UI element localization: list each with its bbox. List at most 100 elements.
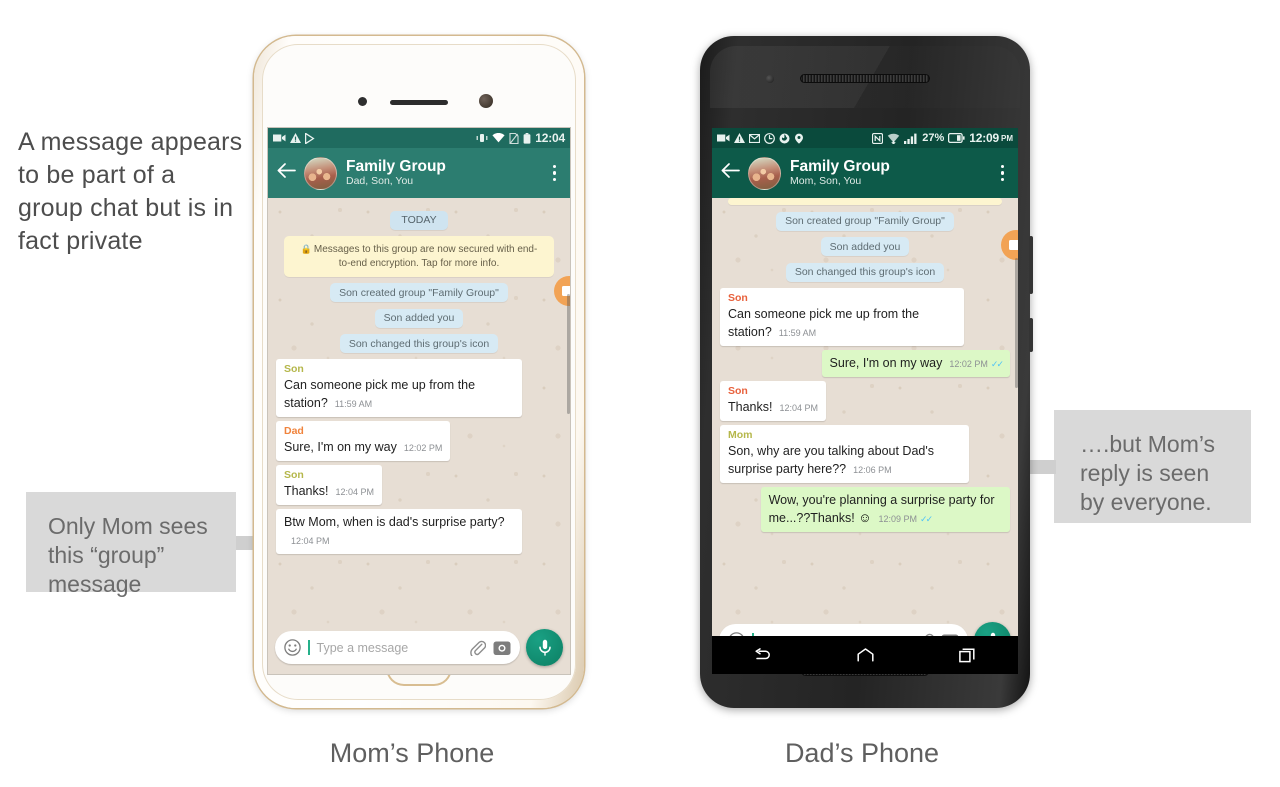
text-caret <box>308 640 310 655</box>
blushing-emoji-icon: ☺ <box>858 509 872 525</box>
message-sender: Dad <box>284 425 304 437</box>
status-bar-clock: 12:09 <box>969 131 999 145</box>
location-icon <box>795 133 803 144</box>
message-text: Can someone pick me up from the station? <box>284 378 476 410</box>
chat-area-left[interactable]: TODAY 🔒 Messages to this group are now se… <box>268 198 570 674</box>
group-title: Family Group <box>346 158 446 176</box>
message-row: Son Thanks! 12:04 PM <box>276 465 562 505</box>
message-bubble[interactable]: Son Can someone pick me up from the stat… <box>276 359 522 417</box>
chat-area-right[interactable]: Son created group "Family Group" Son add… <box>712 198 1018 668</box>
system-event: Son added you <box>820 237 910 256</box>
app-bar-left: Family Group Dad, Son, You <box>268 148 570 198</box>
message-sender: Son <box>728 384 748 397</box>
message-time: 12:09 PM <box>878 513 918 524</box>
message-row: Sure, I'm on my way 12:02 PM ✓✓ <box>720 349 1010 377</box>
signal-bars-icon <box>904 133 917 144</box>
warning-triangle-icon <box>734 133 745 143</box>
status-bar-left-icons <box>273 132 315 144</box>
phone-left-screen: 12:04 Family Group Dad, Son, You TODAY 🔒… <box>268 128 570 674</box>
message-input-field[interactable]: Type a message <box>275 631 520 664</box>
group-avatar[interactable] <box>304 156 337 190</box>
message-text: Sure, I'm on my way <box>829 355 943 370</box>
day-divider-row: TODAY <box>276 210 562 230</box>
camera-icon <box>493 641 511 655</box>
battery-percent: 27% <box>922 132 945 144</box>
group-avatar[interactable] <box>748 156 781 190</box>
caption-dads-phone: Dad’s Phone <box>784 738 940 768</box>
message-bubble[interactable]: Son Thanks! 12:04 PM <box>276 465 382 505</box>
message-text: Son, why are you talking about Dad's sur… <box>728 443 934 476</box>
system-event-row: Son created group "Family Group" <box>720 211 1010 231</box>
message-sender: Son <box>284 469 304 481</box>
message-bubble[interactable]: Wow, you're planning a surprise party fo… <box>760 486 1010 532</box>
encryption-notice[interactable]: 🔒 Messages to this group are now secured … <box>284 235 554 277</box>
message-text: Thanks! <box>728 399 773 414</box>
message-time: 12:04 PM <box>335 487 374 497</box>
app-bar-titles-left[interactable]: Family Group Dad, Son, You <box>346 158 446 187</box>
battery-icon <box>948 133 965 143</box>
message-bubble[interactable]: Mom Son, why are you talking about Dad's… <box>720 424 970 483</box>
encryption-notice-text: Messages to this group are now secured w… <box>313 243 538 269</box>
home-nav-icon[interactable] <box>857 648 874 662</box>
chat-scrollbar[interactable] <box>567 294 570 414</box>
message-text: Btw Mom, when is dad's surprise party? <box>284 515 505 529</box>
system-event-row: Son changed this group's icon <box>720 262 1010 282</box>
message-row: Dad Sure, I'm on my way 12:02 PM <box>276 421 562 461</box>
status-bar-left: 12:04 <box>268 128 570 148</box>
overflow-menu-icon[interactable] <box>996 159 1009 187</box>
status-bar-right: 27% 12:09 PM <box>712 128 1018 148</box>
read-receipt-icon: ✓✓ <box>990 358 1004 369</box>
phone-right-screen: 27% 12:09 PM Family Group Mom, Son, You <box>712 128 1018 668</box>
message-bubble[interactable]: Btw Mom, when is dad's surprise party? 12… <box>276 509 522 554</box>
paperclip-icon <box>470 640 486 656</box>
status-bar-ampm: PM <box>1001 133 1013 143</box>
message-row-highlighted: Btw Mom, when is dad's surprise party? 12… <box>276 509 562 554</box>
back-arrow-icon[interactable] <box>277 163 296 183</box>
overflow-menu-icon[interactable] <box>548 159 561 187</box>
gmail-icon <box>749 133 760 143</box>
message-time: 12:02 PM <box>403 443 443 453</box>
vibrate-icon <box>476 134 488 142</box>
voice-message-button[interactable] <box>526 629 563 666</box>
app-bar-right: Family Group Mom, Son, You <box>712 148 1018 198</box>
envelope-icon <box>1008 240 1018 250</box>
message-bubble[interactable]: Sure, I'm on my way 12:02 PM ✓✓ <box>821 349 1010 377</box>
status-bar-right-icons: 27% 12:09 PM <box>872 131 1013 145</box>
message-time: 11:59 AM <box>778 327 817 338</box>
message-row: Son Can someone pick me up from the stat… <box>720 287 1010 346</box>
message-time: 12:04 PM <box>291 536 330 546</box>
system-event: Son created group "Family Group" <box>776 211 954 231</box>
app-bar-titles-right[interactable]: Family Group Mom, Son, You <box>790 158 890 187</box>
recents-nav-icon[interactable] <box>959 647 975 663</box>
earpiece-speaker <box>390 100 448 105</box>
earpiece-speaker <box>800 74 930 83</box>
read-receipt-icon: ✓✓ <box>920 513 933 524</box>
callout-right: ….but Mom’s reply is seen by everyone. <box>1054 410 1251 523</box>
message-bubble[interactable]: Son Thanks! 12:04 PM <box>720 380 826 421</box>
illustration-canvas: A message appears to be part of a group … <box>0 0 1280 787</box>
message-text: Can someone pick me up from the station? <box>728 306 920 339</box>
message-row: Son Can someone pick me up from the stat… <box>276 359 562 417</box>
back-arrow-icon[interactable] <box>721 163 740 183</box>
chat-scrollbar[interactable] <box>1015 258 1018 388</box>
message-time: 12:04 PM <box>779 402 818 413</box>
system-event-row: Son created group "Family Group" <box>276 283 562 302</box>
microphone-icon <box>538 639 551 656</box>
warning-triangle-icon <box>290 133 301 143</box>
day-divider: TODAY <box>390 210 448 230</box>
system-event: Son changed this group's icon <box>785 262 945 282</box>
message-bubble[interactable]: Son Can someone pick me up from the stat… <box>720 287 964 346</box>
message-row: Wow, you're planning a surprise party fo… <box>720 486 1010 532</box>
encryption-notice-clipped[interactable] <box>728 198 1002 205</box>
back-nav-icon[interactable] <box>755 647 772 663</box>
volume-button[interactable] <box>1029 236 1033 294</box>
front-camera-icon <box>358 97 367 106</box>
power-button[interactable] <box>1029 318 1033 352</box>
message-bubble[interactable]: Dad Sure, I'm on my way 12:02 PM <box>276 421 451 461</box>
message-time: 12:06 PM <box>853 464 892 475</box>
clock-icon <box>764 132 775 144</box>
video-camera-icon <box>273 134 286 142</box>
system-event-row: Son added you <box>720 237 1010 256</box>
intro-annotation: A message appears to be part of a group … <box>18 128 243 255</box>
android-nav-bar <box>712 636 1018 674</box>
